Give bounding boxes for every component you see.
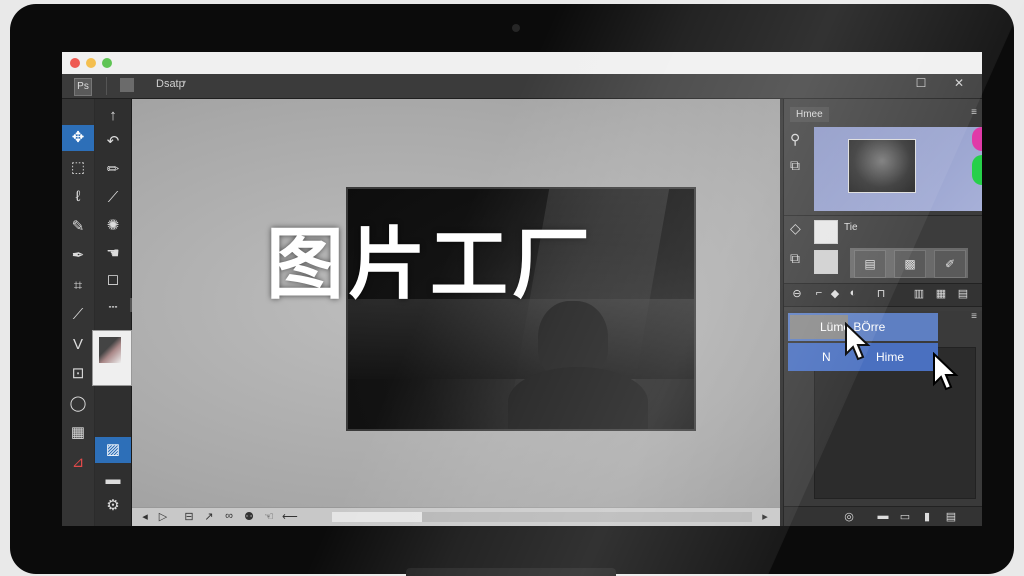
hand-icon[interactable]: ☜ bbox=[262, 510, 276, 523]
footer-page-icon[interactable]: ▭ bbox=[898, 510, 912, 523]
color-swatch-green[interactable] bbox=[972, 155, 982, 185]
navigator-thumbnail[interactable] bbox=[848, 139, 916, 193]
play-icon[interactable]: ▷ bbox=[156, 510, 170, 523]
zoom-icon[interactable]: ⚲ bbox=[790, 131, 800, 148]
undo-icon[interactable]: ↶ bbox=[95, 129, 131, 155]
page-title: 图片工厂 bbox=[266, 220, 595, 310]
scroll-thumb[interactable] bbox=[332, 512, 422, 522]
stamp-small-icon[interactable]: ⚉ bbox=[242, 510, 256, 523]
stamp-icon[interactable]: ▦ bbox=[62, 420, 94, 446]
close-button[interactable]: ✕ bbox=[950, 76, 968, 90]
lasso-icon[interactable]: ℓ bbox=[62, 184, 94, 210]
monitor-stand bbox=[406, 568, 616, 576]
layers-panel: ≡ Lüme BÖrre N Hime bbox=[784, 311, 982, 506]
layer-drop-icon[interactable]: ◐ bbox=[846, 287, 860, 299]
brush-small-icon[interactable]: ↗ bbox=[202, 510, 216, 523]
move-icon[interactable]: ✥ bbox=[62, 125, 94, 151]
brush-icon[interactable]: ✎ bbox=[62, 214, 94, 240]
dotted-line-icon[interactable]: ┄ bbox=[95, 295, 131, 321]
workspace-menu[interactable]: Dsatp bbox=[156, 78, 185, 90]
image-adjust-button[interactable]: ▩ bbox=[894, 250, 926, 278]
minimize-window-button[interactable] bbox=[86, 58, 96, 68]
layer-group-icon[interactable]: ▦ bbox=[934, 287, 948, 300]
edit-button[interactable]: ✐ bbox=[934, 250, 966, 278]
settings-icon[interactable]: ⚙ bbox=[95, 493, 131, 519]
color-swatch-thumbnail[interactable] bbox=[92, 330, 132, 386]
menu-bar: Ps Dsatp ▾ ☐ ✕ bbox=[62, 74, 982, 99]
properties-label: Tie bbox=[844, 222, 858, 233]
smudge-icon[interactable]: ☚ bbox=[95, 241, 131, 267]
copy-icon[interactable]: ⧉ bbox=[790, 157, 800, 174]
rect-select-icon[interactable]: ◻ bbox=[95, 267, 131, 293]
background-swatch[interactable] bbox=[814, 250, 838, 274]
adjust-button[interactable]: ▤ bbox=[854, 250, 886, 278]
app-logo-icon[interactable]: Ps bbox=[74, 78, 92, 96]
layer-trash-icon[interactable]: ▤ bbox=[956, 287, 970, 300]
ellipse-icon[interactable]: ◯ bbox=[62, 391, 94, 417]
footer-trash-icon[interactable]: ▤ bbox=[944, 510, 958, 523]
layers-menu-icon[interactable]: ≡ bbox=[971, 311, 977, 322]
layer-icon[interactable]: ⧉ bbox=[790, 250, 800, 267]
panel-footer: ◎ ▬ ▭ ▮ ▤ bbox=[784, 506, 982, 526]
layer-link-icon[interactable]: ⊖ bbox=[790, 287, 804, 300]
layer-item-label-a: N bbox=[822, 350, 831, 364]
link-icon[interactable]: ∞ bbox=[222, 510, 236, 522]
crop-icon[interactable]: ⌗ bbox=[62, 273, 94, 299]
right-panel: Hmee ≡ ⚲ ⧉ ◇ Tie ⧉ ▤ ▩ ✐ ⊖ ⌐ ◆ ◐ ⊓ ▥ ▦ ▤… bbox=[783, 99, 982, 526]
wand-icon[interactable]: ⟋ bbox=[95, 185, 131, 211]
panel-menu-icon[interactable]: ≡ bbox=[971, 107, 977, 118]
eyedropper-icon[interactable]: ⟋ bbox=[62, 302, 94, 328]
scroll-right-icon[interactable]: ▸ bbox=[758, 510, 772, 523]
layer-fx-icon[interactable]: ⊓ bbox=[874, 287, 888, 300]
layer-mask-icon[interactable]: ◆ bbox=[828, 287, 842, 300]
status-bar: ▸ ◂ ▷ ⊟ ↗ ∞ ⚉ ☜ ⟵ bbox=[132, 507, 780, 526]
footer-folder-icon[interactable]: ▬ bbox=[876, 510, 890, 522]
footer-page2-icon[interactable]: ▮ bbox=[920, 510, 934, 523]
toolbar-primary: ✥ ⬚ ℓ ✎ ✒ ⌗ ⟋ V ⊡ ◯ ▦ ⊿ bbox=[62, 99, 94, 526]
layer-crop-icon[interactable]: ⌐ bbox=[812, 287, 826, 299]
arrow-up-icon[interactable]: ↑ bbox=[95, 103, 131, 129]
navigator-preview[interactable] bbox=[814, 127, 982, 211]
webcam-icon bbox=[512, 24, 520, 32]
menu-separator bbox=[106, 77, 107, 95]
tab-navigator[interactable]: Hmee bbox=[790, 107, 829, 122]
restore-button[interactable]: ☐ bbox=[912, 76, 930, 90]
layer-item-label-b: Hime bbox=[876, 350, 905, 364]
horizontal-scrollbar[interactable] bbox=[332, 512, 752, 522]
marquee-icon[interactable]: ⬚ bbox=[62, 155, 94, 181]
image-icon[interactable]: ▨ bbox=[95, 437, 131, 463]
path-icon[interactable]: V bbox=[62, 332, 94, 358]
shape-icon[interactable]: ⊡ bbox=[62, 361, 94, 387]
fill-icon[interactable]: ◇ bbox=[790, 220, 801, 237]
color-swatch-pink[interactable] bbox=[972, 127, 982, 151]
foreground-swatch[interactable] bbox=[814, 220, 838, 244]
window-titlebar bbox=[62, 52, 982, 74]
properties-panel: ◇ Tie ⧉ ▤ ▩ ✐ bbox=[784, 215, 982, 278]
chevron-down-icon[interactable]: ▾ bbox=[182, 78, 186, 87]
adjustment-buttons: ▤ ▩ ✐ bbox=[850, 248, 968, 278]
folder-icon[interactable]: ▬ bbox=[95, 467, 131, 493]
layer-new-icon[interactable]: ▥ bbox=[912, 287, 926, 300]
pencil-icon[interactable]: ✏ bbox=[95, 157, 131, 183]
document-icon[interactable] bbox=[120, 78, 134, 92]
transform-icon[interactable]: ⊿ bbox=[62, 450, 94, 476]
footer-circle-icon[interactable]: ◎ bbox=[842, 510, 856, 523]
healing-icon[interactable]: ✺ bbox=[95, 213, 131, 239]
maximize-window-button[interactable] bbox=[102, 58, 112, 68]
arrow-left-icon[interactable]: ⟵ bbox=[282, 510, 298, 523]
play-back-icon[interactable]: ◂ bbox=[138, 510, 152, 523]
toolbar-secondary: ↑ ↶ ✏ ⟋ ✺ ☚ ◻ ┄ ▨ ▬ ⚙ bbox=[95, 99, 132, 526]
grid-icon[interactable]: ⊟ bbox=[182, 510, 196, 523]
layer-toolbar: ⊖ ⌐ ◆ ◐ ⊓ ▥ ▦ ▤ bbox=[784, 283, 982, 307]
close-window-button[interactable] bbox=[70, 58, 80, 68]
pen-icon[interactable]: ✒ bbox=[62, 243, 94, 269]
